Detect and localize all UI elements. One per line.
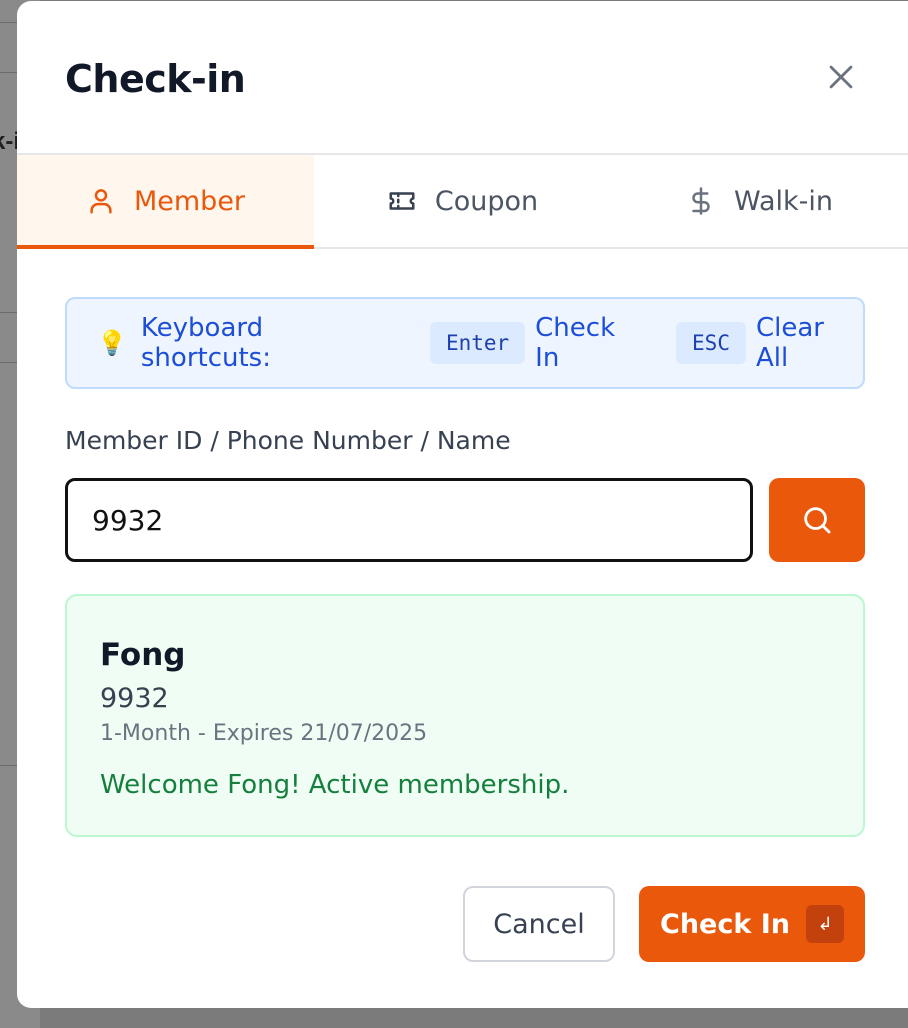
dollar-icon <box>692 187 710 215</box>
close-button[interactable] <box>817 53 865 101</box>
welcome-message: Welcome Fong! Active membership. <box>100 770 570 800</box>
check-in-button[interactable]: Check In ↲ <box>639 886 865 962</box>
member-id: 9932 <box>100 683 169 714</box>
shortcut-action: Check In <box>535 313 616 373</box>
tab-label: Coupon <box>434 185 539 217</box>
shortcut-key: Enter <box>429 322 526 364</box>
search-button[interactable] <box>769 478 865 562</box>
tab-label: Walk-in <box>733 185 833 217</box>
tab-walk-in[interactable]: Walk-in <box>611 155 908 247</box>
shortcuts-banner: 💡 Keyboard shortcuts: Enter Check In ESC… <box>65 297 865 389</box>
lightbulb-icon: 💡 <box>97 329 127 357</box>
shortcuts-label: Keyboard shortcuts: <box>140 313 271 373</box>
tab-member[interactable]: Member <box>17 155 314 249</box>
tab-coupon[interactable]: Coupon <box>314 155 611 247</box>
membership-plan: 1-Month - Expires 21/07/2025 <box>100 721 428 746</box>
search-label: Member ID / Phone Number / Name <box>65 426 511 455</box>
cancel-button[interactable]: Cancel <box>463 886 615 962</box>
ticket-icon <box>389 192 415 210</box>
tab-label: Member <box>133 185 246 217</box>
member-result-card[interactable]: Fong 9932 1-Month - Expires 21/07/2025 W… <box>65 594 865 837</box>
check-in-label: Check In <box>660 908 790 940</box>
enter-key-icon: ↲ <box>805 905 844 943</box>
shortcut-key: ESC <box>676 322 746 364</box>
checkin-modal: Check-in Member Coupon Walk-in 💡 Keyboar… <box>17 1 908 1008</box>
member-name: Fong <box>100 637 186 673</box>
member-search-input[interactable] <box>65 478 753 562</box>
tab-bar: Member Coupon Walk-in <box>17 153 908 249</box>
search-icon <box>804 507 831 534</box>
user-icon <box>90 189 112 214</box>
shortcut-action: Clear All <box>755 313 824 373</box>
modal-title: Check-in <box>65 57 246 101</box>
close-icon <box>829 65 853 89</box>
